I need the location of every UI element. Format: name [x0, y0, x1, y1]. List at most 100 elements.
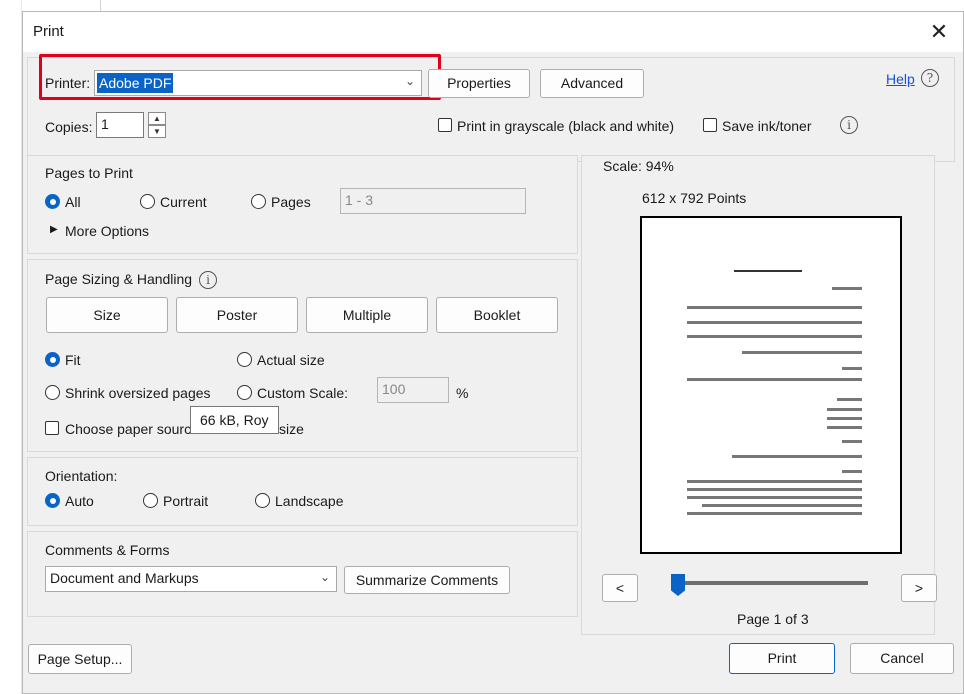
orientation-landscape-label: Landscape [275, 493, 344, 509]
pages-current-radio[interactable] [140, 194, 155, 209]
next-page-button[interactable]: > [901, 574, 937, 602]
preview-text-line [687, 488, 862, 491]
paper-source-label: Choose paper source [65, 421, 199, 437]
advanced-button[interactable]: Advanced [540, 69, 644, 98]
custom-scale-radio[interactable] [237, 385, 252, 400]
booklet-button[interactable]: Booklet [436, 297, 558, 333]
pages-range-label: Pages [271, 194, 311, 210]
custom-scale-value: 100 [382, 381, 406, 397]
save-ink-info-icon[interactable]: i [840, 116, 858, 134]
actual-size-radio[interactable] [237, 352, 252, 367]
copies-label: Copies: [45, 119, 93, 135]
background-window-edge [0, 0, 22, 694]
fit-label: Fit [65, 352, 81, 368]
save-ink-label: Save ink/toner [722, 118, 812, 134]
file-tooltip: 66 kB, Roy [190, 406, 279, 434]
page-indicator: Page 1 of 3 [737, 611, 809, 627]
page-setup-button[interactable]: Page Setup... [28, 644, 132, 674]
comments-value: Document and Markups [50, 570, 199, 586]
grayscale-checkbox[interactable] [438, 118, 452, 132]
highlight-annotation [39, 54, 441, 100]
preview-text-line [687, 335, 862, 338]
chevron-down-icon: ⌄ [319, 570, 330, 584]
properties-button[interactable]: Properties [428, 69, 530, 98]
preview-text-line [687, 321, 862, 324]
page-dimensions: 612 x 792 Points [642, 190, 747, 206]
preview-title-line [734, 270, 802, 272]
close-icon[interactable]: ✕ [925, 18, 953, 46]
help-link[interactable]: Help [886, 71, 915, 87]
summarize-comments-button[interactable]: Summarize Comments [344, 566, 510, 594]
pages-to-print-heading: Pages to Print [45, 165, 133, 181]
grayscale-label: Print in grayscale (black and white) [457, 118, 675, 134]
print-button[interactable]: Print [729, 643, 835, 674]
previous-page-button[interactable]: < [602, 574, 638, 602]
paper-source-checkbox[interactable] [45, 421, 59, 435]
page-preview [640, 216, 902, 554]
preview-text-line [732, 455, 862, 458]
preview-text-line [842, 470, 862, 473]
advanced-label: Advanced [560, 75, 624, 91]
actual-size-label: Actual size [257, 352, 325, 368]
preview-text-line [687, 306, 862, 309]
help-info-icon[interactable]: ? [921, 69, 939, 87]
properties-label: Properties [447, 75, 511, 91]
custom-scale-label: Custom Scale: [257, 385, 349, 401]
page-setup-label: Page Setup... [37, 651, 123, 667]
more-options-triangle-icon[interactable]: ▶ [50, 224, 58, 235]
stepper-up-icon[interactable]: ▲ [148, 112, 166, 125]
paper-source-tail: size [279, 421, 304, 437]
preview-text-line [827, 408, 862, 411]
preview-text-line [687, 480, 862, 483]
size-label: Size [93, 307, 121, 323]
orientation-portrait-label: Portrait [163, 493, 209, 509]
dialog-title: Print [33, 23, 64, 40]
pages-current-label: Current [160, 194, 207, 210]
page-sizing-heading: Page Sizing & Handling [45, 271, 193, 287]
page-sizing-info-icon[interactable]: i [199, 271, 217, 289]
multiple-label: Multiple [342, 307, 392, 323]
title-bar: Print ✕ [23, 12, 963, 52]
comments-select[interactable]: Document and Markups ⌄ [45, 566, 337, 592]
page-slider-track[interactable] [680, 581, 868, 585]
multiple-button[interactable]: Multiple [306, 297, 428, 333]
pages-range-input[interactable]: 1 - 3 [340, 188, 526, 214]
preview-text-line [742, 351, 862, 354]
preview-text-line [687, 512, 862, 515]
pages-all-radio[interactable] [45, 194, 60, 209]
preview-text-line [827, 417, 862, 420]
orientation-portrait-radio[interactable] [143, 493, 158, 508]
more-options-toggle[interactable]: More Options [65, 223, 149, 239]
cancel-button[interactable]: Cancel [850, 643, 954, 674]
poster-button[interactable]: Poster [176, 297, 298, 333]
pages-range-value: 1 - 3 [345, 192, 374, 208]
scale-text: Scale: 94% [603, 158, 674, 174]
orientation-auto-radio[interactable] [45, 493, 60, 508]
preview-text-line [687, 378, 862, 381]
pages-all-label: All [65, 194, 81, 210]
custom-scale-input[interactable]: 100 [377, 377, 449, 403]
summarize-comments-label: Summarize Comments [355, 572, 499, 588]
preview-text-line [842, 367, 862, 370]
comments-heading: Comments & Forms [45, 542, 170, 558]
poster-label: Poster [216, 307, 258, 323]
copies-stepper[interactable]: ▲ ▼ [148, 112, 166, 138]
fit-radio[interactable] [45, 352, 60, 367]
print-label: Print [767, 650, 797, 666]
shrink-oversized-radio[interactable] [45, 385, 60, 400]
previous-page-icon: < [615, 580, 625, 596]
pages-range-radio[interactable] [251, 194, 266, 209]
copies-value: 1 [101, 116, 109, 132]
copies-input[interactable]: 1 [96, 112, 144, 138]
preview-text-line [842, 440, 862, 443]
preview-text-line [687, 496, 862, 499]
orientation-landscape-radio[interactable] [255, 493, 270, 508]
preview-text-line [827, 426, 862, 429]
preview-text-line [702, 504, 862, 507]
save-ink-checkbox[interactable] [703, 118, 717, 132]
percent-label: % [456, 385, 469, 401]
size-button[interactable]: Size [46, 297, 168, 333]
booklet-label: Booklet [473, 307, 521, 323]
stepper-down-icon[interactable]: ▼ [148, 125, 166, 138]
preview-text-line [837, 398, 862, 401]
